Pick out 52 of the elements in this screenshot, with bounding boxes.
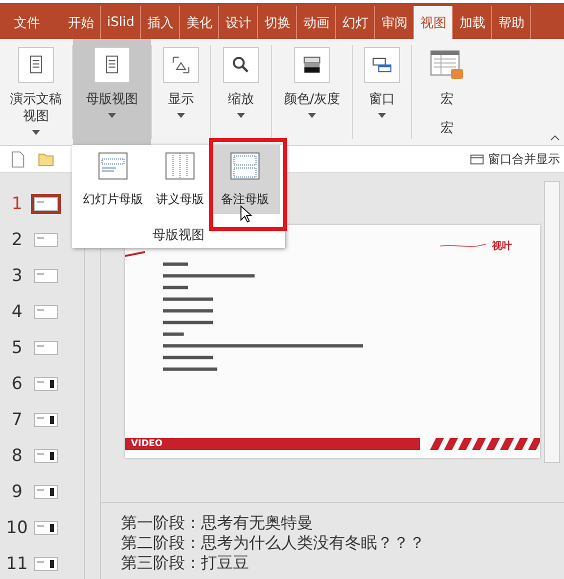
slide-thumbnail[interactable] <box>34 197 58 211</box>
folder-icon[interactable] <box>38 150 54 168</box>
slide-number: 4 <box>10 302 24 322</box>
logo-text: 视叶 <box>492 240 512 253</box>
scrollbar[interactable] <box>544 181 560 463</box>
slide-number: 1 <box>10 194 24 214</box>
collapse-icon[interactable] <box>550 135 560 141</box>
slide-number: 3 <box>10 266 24 286</box>
show-icon <box>170 54 192 76</box>
slide-thumbnail[interactable] <box>34 269 58 283</box>
footer-text: VIDEO <box>130 439 163 449</box>
slide-thumbnail[interactable] <box>34 449 58 463</box>
group-label: 宏 <box>440 120 454 137</box>
ribbon-tab[interactable]: 视图 <box>414 6 454 39</box>
menu-item[interactable]: 备注母版 <box>210 145 280 214</box>
slide-thumbnail[interactable] <box>34 377 58 391</box>
ribbon-button[interactable]: 演示文稿视图 <box>0 39 72 145</box>
accent-mark <box>125 251 145 257</box>
notes-text: 第一阶段：思考有无奥特曼 <box>121 513 314 533</box>
ribbon-button[interactable]: 显示 <box>152 39 210 145</box>
slide-thumbnail[interactable] <box>34 413 58 427</box>
slide-number: 9 <box>10 482 24 502</box>
menu-item[interactable]: 幻灯片母版 <box>76 145 150 214</box>
new-file-icon[interactable] <box>10 150 26 168</box>
slide-thumbnail[interactable] <box>34 485 58 499</box>
ribbon-tab[interactable]: 文件 <box>4 6 62 39</box>
layout-icon <box>98 151 128 181</box>
ribbon-button[interactable]: 母版视图 <box>73 39 151 145</box>
slide-thumbnail[interactable] <box>34 305 58 319</box>
ribbon-button[interactable]: 缩放 <box>211 39 271 145</box>
layout-icon <box>230 151 260 181</box>
window-icon <box>470 154 484 164</box>
slide-number: 7 <box>10 410 24 430</box>
menu-item[interactable]: 讲义母版 <box>150 145 210 214</box>
slide-number: 8 <box>10 446 24 466</box>
slide-number: 6 <box>10 374 24 394</box>
slide-thumbnail[interactable] <box>34 233 58 247</box>
slide-thumbnail[interactable] <box>34 521 58 535</box>
cursor-icon <box>240 205 253 224</box>
group-label: 母版视图 <box>152 227 204 244</box>
slide-number: 2 <box>10 230 24 250</box>
slide-thumbnail[interactable] <box>34 341 58 355</box>
ribbon-button[interactable]: 颜色/灰度 <box>272 39 352 145</box>
slide-number: 10 <box>5 518 29 538</box>
merge-window-button[interactable]: 窗口合并显示 <box>488 150 560 168</box>
slide-number: 5 <box>10 338 24 358</box>
slide-number: 11 <box>5 554 29 574</box>
layout-icon <box>165 151 195 181</box>
ribbon-button[interactable]: 窗口 <box>353 39 411 145</box>
slide-thumbnail[interactable] <box>34 557 58 571</box>
notes-text: 第二阶段：思考为什么人类没有冬眠？？？ <box>121 533 426 553</box>
notes-text: 第三阶段：打豆豆 <box>121 553 250 573</box>
